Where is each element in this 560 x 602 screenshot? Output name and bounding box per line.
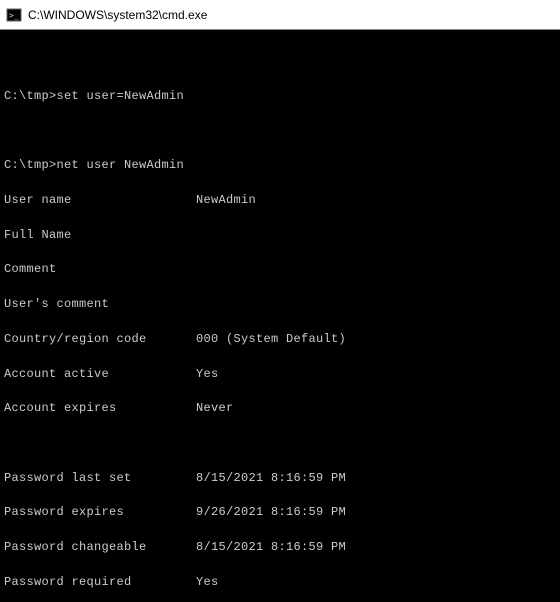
window-titlebar[interactable]: >_ C:\WINDOWS\system32\cmd.exe [0, 0, 560, 30]
output-row: Password last set8/15/2021 8:16:59 PM [4, 470, 558, 487]
output-row: Password changeable8/15/2021 8:16:59 PM [4, 539, 558, 556]
output-row: Comment [4, 261, 558, 278]
terminal-output[interactable]: C:\tmp>set user=NewAdmin C:\tmp>net user… [0, 30, 560, 602]
output-row: Full Name [4, 227, 558, 244]
cmd-line: C:\tmp>net user NewAdmin [4, 157, 558, 174]
window-title: C:\WINDOWS\system32\cmd.exe [28, 8, 207, 22]
svg-text:>_: >_ [9, 11, 19, 20]
output-row: Country/region code000 (System Default) [4, 331, 558, 348]
output-row: User nameNewAdmin [4, 192, 558, 209]
output-row: User's comment [4, 296, 558, 313]
output-row: Account expiresNever [4, 400, 558, 417]
output-row: Password requiredYes [4, 574, 558, 591]
output-row: Password expires9/26/2021 8:16:59 PM [4, 504, 558, 521]
cmd-icon: >_ [6, 7, 22, 23]
cmd-line: C:\tmp>set user=NewAdmin [4, 88, 558, 105]
output-row: Account activeYes [4, 366, 558, 383]
